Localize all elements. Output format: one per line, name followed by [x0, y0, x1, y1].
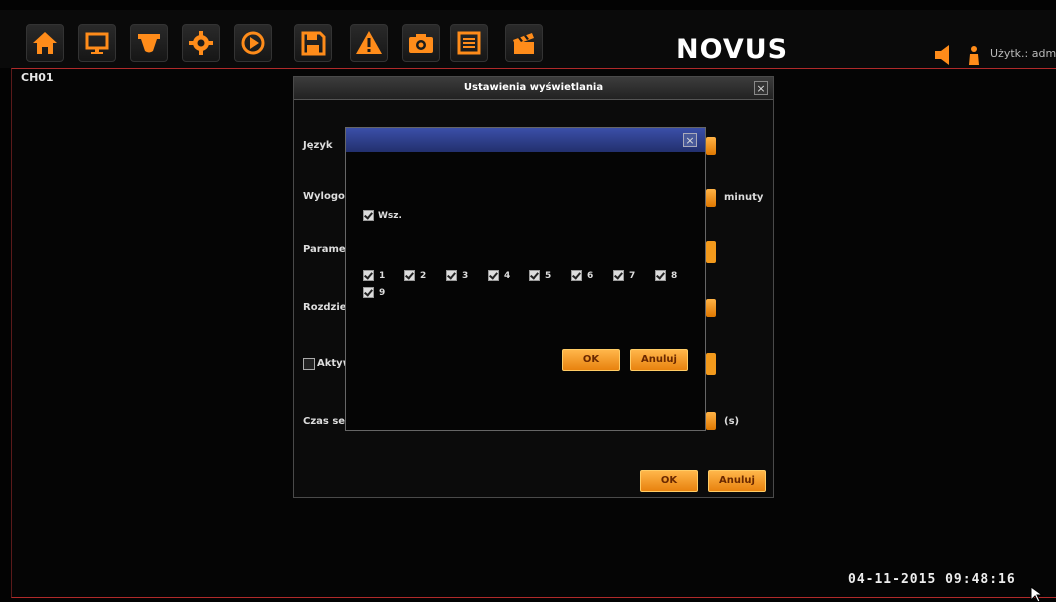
- backup-button[interactable]: [294, 24, 332, 62]
- main-toolbar: NOVUS Użytk.: admi: [0, 10, 1056, 68]
- gear-icon: [189, 31, 213, 55]
- novus-logo: NOVUS: [676, 34, 789, 65]
- channel-checkbox[interactable]: [655, 270, 666, 281]
- channel-label: 1: [379, 271, 386, 281]
- speaker-icon[interactable]: [935, 45, 953, 65]
- settings-button[interactable]: [182, 24, 220, 62]
- select-all-checkbox[interactable]: [363, 210, 374, 221]
- camera-dome-icon: [138, 34, 160, 53]
- language-label: Język: [303, 140, 333, 151]
- log-button[interactable]: [450, 24, 488, 62]
- sequence-time-label: Czas sel: [303, 416, 349, 427]
- home-button[interactable]: [26, 24, 64, 62]
- snapshot-camera-icon: [409, 34, 433, 53]
- channel-label: 6: [587, 271, 594, 281]
- channel-checkbox[interactable]: [363, 287, 374, 298]
- channel-label: 7: [629, 271, 636, 281]
- channel-checkbox[interactable]: [446, 270, 457, 281]
- channel-checkbox[interactable]: [529, 270, 540, 281]
- parameters-button[interactable]: [706, 241, 716, 263]
- home-icon: [33, 32, 57, 54]
- list-icon: [457, 31, 481, 55]
- ok-button[interactable]: OK: [640, 470, 698, 492]
- activate-config-button[interactable]: [706, 353, 716, 375]
- mouse-cursor-icon: [1030, 586, 1044, 602]
- sequence-time-spinner[interactable]: [706, 412, 716, 430]
- user-icon: [969, 46, 979, 65]
- subdialog-titlebar: [346, 128, 705, 152]
- minutes-unit: minuty: [724, 192, 764, 203]
- seconds-unit: (s): [724, 416, 740, 427]
- channel-checkbox[interactable]: [404, 270, 415, 281]
- monitor-icon: [85, 32, 109, 54]
- channel-checkbox[interactable]: [363, 270, 374, 281]
- clip-button[interactable]: [505, 24, 543, 62]
- channel-label: 5: [545, 271, 552, 281]
- parameters-label: Paramet: [303, 244, 351, 255]
- playback-button[interactable]: [234, 24, 272, 62]
- snapshot-button[interactable]: [402, 24, 440, 62]
- channel-checkbox[interactable]: [571, 270, 582, 281]
- channel-checkbox[interactable]: [488, 270, 499, 281]
- alarm-warning-icon: [356, 31, 382, 54]
- cancel-button[interactable]: Anuluj: [708, 470, 766, 492]
- sub-cancel-button[interactable]: Anuluj: [630, 349, 688, 371]
- channel-select-dialog: ×: [345, 127, 706, 431]
- select-all-label: Wsz.: [378, 211, 402, 221]
- channel-label: CH01: [21, 71, 54, 84]
- close-icon[interactable]: ×: [683, 133, 697, 147]
- channel-label: 3: [462, 271, 469, 281]
- language-dropdown-arrow[interactable]: [706, 137, 716, 155]
- channel-label: 2: [420, 271, 427, 281]
- resolution-label: Rozdzie: [303, 302, 347, 313]
- activate-checkbox[interactable]: [303, 358, 315, 370]
- alarm-button[interactable]: [350, 24, 388, 62]
- close-icon[interactable]: ×: [754, 81, 768, 95]
- save-icon: [301, 31, 326, 56]
- live-view-button[interactable]: [78, 24, 116, 62]
- dvr-screen: NOVUS Użytk.: admi CH01 04-11-2015 09:48…: [0, 0, 1056, 602]
- dialog-title: Ustawienia wyświetlania: [294, 77, 773, 100]
- logout-spinner[interactable]: [706, 189, 716, 207]
- sub-ok-button[interactable]: OK: [562, 349, 620, 371]
- timestamp: 04-11-2015 09:48:16: [848, 572, 1016, 587]
- channel-label: 4: [504, 271, 511, 281]
- channel-label: 9: [379, 288, 386, 298]
- clapperboard-icon: [513, 33, 534, 54]
- playback-icon: [241, 31, 265, 55]
- ptz-camera-button[interactable]: [130, 24, 168, 62]
- resolution-dropdown-arrow[interactable]: [706, 299, 716, 317]
- user-label: Użytk.: admi: [990, 47, 1056, 60]
- channel-checkbox[interactable]: [613, 270, 624, 281]
- channel-label: 8: [671, 271, 678, 281]
